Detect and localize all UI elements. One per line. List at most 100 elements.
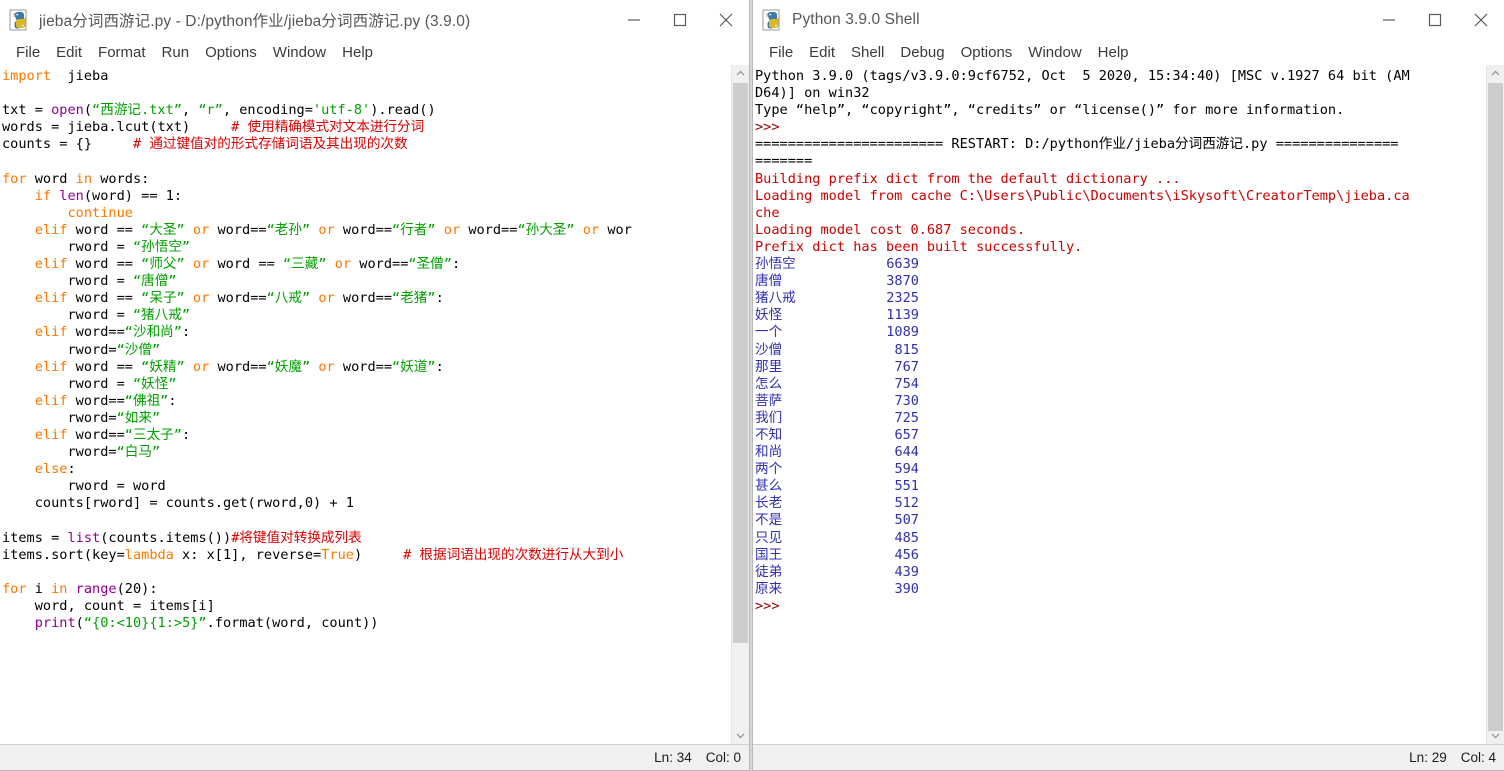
editor-column-indicator: Col: 0 (705, 750, 741, 765)
word-count-row: 国王 456 (755, 547, 1486, 564)
shell-output-area[interactable]: Python 3.9.0 (tags/v3.9.0:9cf6752, Oct 5… (753, 65, 1486, 744)
word-count-value: 725 (894, 409, 919, 426)
code-token: “圣僧” (408, 256, 452, 273)
editor-menu-format[interactable]: Format (90, 44, 154, 61)
code-token: word == (67, 221, 142, 238)
code-token: word, count = items[i] (2, 597, 215, 614)
word-count-value: 439 (894, 563, 919, 580)
shell-jieba-message: Building prefix dict from the default di… (755, 170, 1181, 187)
code-token: rword = (2, 238, 133, 255)
word-label: 和尚 (755, 444, 783, 461)
code-line: elif word == “大圣” or word==“老孙” or word=… (2, 222, 731, 239)
editor-line-indicator: Ln: 34 (654, 750, 692, 765)
code-token: or (435, 221, 461, 238)
editor-statusbar: Ln: 34 Col: 0 (0, 744, 749, 770)
code-token: “八戒” (266, 290, 311, 307)
shell-banner-line: Python 3.9.0 (tags/v3.9.0:9cf6752, Oct 5… (755, 68, 1410, 84)
shell-menu-options[interactable]: Options (953, 44, 1021, 61)
minimize-icon[interactable] (611, 0, 657, 39)
code-token: counts = {} (2, 136, 133, 153)
maximize-icon[interactable] (1412, 0, 1458, 39)
code-token: , encoding= (222, 102, 313, 119)
editor-titlebar[interactable]: jieba分词西游记.py - D:/python作业/jieba分词西游记.p… (0, 0, 749, 40)
code-token: word == (209, 256, 283, 273)
close-icon[interactable] (1458, 0, 1504, 39)
editor-menu-run[interactable]: Run (154, 44, 198, 61)
minimize-icon[interactable] (1366, 0, 1412, 39)
editor-menu-window[interactable]: Window (265, 44, 334, 61)
code-token: “妖怪” (132, 375, 177, 392)
shell-statusbar: Ln: 29 Col: 4 (753, 744, 1504, 770)
close-icon[interactable] (703, 0, 749, 39)
code-token: 'utf-8' (312, 102, 371, 119)
shell-menu-debug[interactable]: Debug (892, 44, 952, 61)
shell-scroll-thumb[interactable] (1488, 83, 1503, 731)
code-token: word == (67, 290, 142, 307)
code-token: rword = (2, 375, 133, 392)
scroll-up-icon[interactable] (732, 65, 749, 82)
scroll-up-icon[interactable] (1487, 65, 1504, 82)
shell-prompt: >>> (755, 597, 780, 614)
editor-menu-file[interactable]: File (8, 44, 48, 61)
code-token: in (51, 580, 68, 597)
code-line: counts[rword] = counts.get(rword,0) + 1 (2, 495, 731, 512)
code-token: rword = (2, 273, 133, 290)
code-token: or (184, 358, 210, 375)
shell-titlebar[interactable]: Python 3.9.0 Shell (753, 0, 1504, 40)
editor-code-area[interactable]: import jieba txt = open(“西游记.txt”, “r”, … (0, 65, 731, 744)
shell-menu-edit[interactable]: Edit (801, 44, 843, 61)
code-token: : (451, 256, 461, 273)
code-token: word== (209, 290, 267, 307)
python-shell-window: Python 3.9.0 Shell File Edit Shell Debug Opt… (752, 0, 1504, 771)
editor-menu-edit[interactable]: Edit (48, 44, 90, 61)
code-token: word== (67, 426, 125, 443)
code-token: jieba (51, 68, 109, 84)
editor-scroll-thumb[interactable] (733, 83, 748, 643)
word-count-value: 644 (894, 444, 919, 461)
word-label: 那里 (755, 358, 783, 375)
code-token: , (181, 102, 199, 119)
editor-vertical-scrollbar[interactable] (731, 65, 749, 744)
code-token: ).read() (370, 102, 436, 119)
code-token: open (51, 102, 84, 119)
shell-jieba-message: che (755, 204, 780, 221)
code-token: : (435, 290, 444, 307)
shell-menu-window[interactable]: Window (1020, 44, 1089, 61)
code-token: word== (209, 358, 267, 375)
code-token: “猪八戒” (132, 307, 191, 324)
code-token: “三太子” (124, 426, 182, 443)
code-line: word, count = items[i] (2, 598, 731, 615)
code-token: or (184, 290, 210, 307)
scroll-down-icon[interactable] (732, 727, 749, 744)
shell-menu-file[interactable]: File (761, 44, 801, 61)
code-line: items.sort(key=lambda x: x[1], reverse=T… (2, 547, 731, 564)
code-token: “r” (198, 102, 223, 119)
editor-menu-help[interactable]: Help (334, 44, 381, 61)
word-label: 只见 (755, 529, 783, 546)
code-token: “佛祖” (124, 392, 169, 409)
maximize-icon[interactable] (657, 0, 703, 39)
code-token: elif (34, 392, 68, 409)
code-token: items.sort(key= (2, 546, 125, 563)
code-token: “孙悟空” (132, 238, 191, 255)
shell-vertical-scrollbar[interactable] (1486, 65, 1504, 744)
python-idle-icon (9, 9, 31, 31)
code-token: word == (67, 256, 142, 273)
shell-menu-help[interactable]: Help (1090, 44, 1137, 61)
python-idle-icon (762, 9, 784, 31)
code-line: rword = “孙悟空” (2, 239, 731, 256)
word-label: 徒弟 (755, 563, 783, 580)
word-label: 不知 (755, 426, 783, 443)
code-line: elif word == “呆子” or word==“八戒” or word=… (2, 290, 731, 307)
code-line: elif word == “师父” or word == “三藏” or wor… (2, 256, 731, 273)
shell-menu-shell[interactable]: Shell (843, 44, 892, 61)
code-token: “三藏” (282, 256, 327, 273)
code-token: word== (209, 221, 267, 238)
editor-menu-options[interactable]: Options (197, 44, 265, 61)
shell-banner-line: D64)] on win32 (755, 85, 870, 102)
